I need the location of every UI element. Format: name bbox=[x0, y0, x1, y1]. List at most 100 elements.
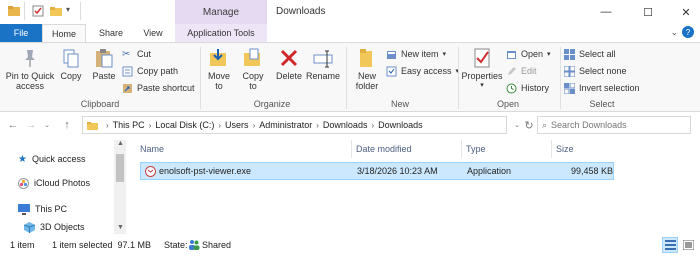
copy-icon bbox=[63, 49, 79, 68]
star-icon: ★ bbox=[18, 153, 27, 165]
new-item-button[interactable]: New item ▾ bbox=[386, 47, 446, 61]
edit-label: Edit bbox=[521, 66, 537, 76]
group-divider bbox=[458, 47, 459, 109]
breadcrumb-separator-icon: › bbox=[148, 120, 152, 130]
tab-application-tools[interactable]: Application Tools bbox=[175, 24, 267, 42]
breadcrumb-downloads[interactable]: Downloads bbox=[323, 120, 368, 130]
breadcrumb-local-disk[interactable]: Local Disk (C:) bbox=[155, 120, 214, 130]
paste-shortcut-button[interactable]: Paste shortcut bbox=[122, 81, 195, 95]
paste-icon bbox=[96, 49, 113, 68]
window-title: Downloads bbox=[276, 6, 326, 17]
column-header-type[interactable]: Type bbox=[462, 140, 552, 158]
move-to-label: Move to bbox=[207, 71, 230, 91]
chevron-down-icon: ▾ bbox=[442, 51, 447, 58]
breadcrumb-administrator[interactable]: Administrator bbox=[259, 120, 312, 130]
scroll-down-icon[interactable]: ▼ bbox=[117, 224, 124, 231]
up-button[interactable]: ↑ bbox=[60, 118, 74, 132]
scroll-thumb[interactable] bbox=[116, 154, 124, 182]
copy-path-button[interactable]: Copy path bbox=[122, 64, 178, 78]
history-button[interactable]: History bbox=[506, 81, 549, 95]
breadcrumb-separator-icon: › bbox=[316, 120, 319, 130]
title-bar: ▾ Manage Downloads — ☐ ✕ bbox=[0, 0, 700, 24]
edit-button[interactable]: Edit bbox=[506, 64, 537, 78]
breadcrumb-users[interactable]: Users bbox=[225, 120, 249, 130]
cut-button[interactable]: ✂ Cut bbox=[122, 47, 151, 61]
tab-home[interactable]: Home bbox=[42, 24, 86, 42]
pin-to-quick-access-button[interactable]: Pin to Quick access bbox=[4, 47, 56, 91]
open-button[interactable]: Open ▾ bbox=[506, 47, 551, 61]
new-item-label: New item bbox=[401, 49, 439, 59]
minimize-button[interactable]: — bbox=[592, 0, 620, 24]
close-button[interactable]: ✕ bbox=[672, 0, 700, 24]
search-input[interactable]: ⌕ Search Downloads bbox=[537, 116, 691, 134]
recent-locations-button[interactable]: ⌄ bbox=[40, 118, 54, 132]
address-bar: ← → ⌄ ↑ › This PC › Local Disk (C:) › Us… bbox=[0, 114, 700, 136]
paste-button[interactable]: Paste bbox=[90, 47, 118, 81]
properties-quick-icon[interactable] bbox=[32, 5, 44, 17]
breadcrumb-separator-icon: › bbox=[106, 120, 109, 130]
file-name: enolsoft-pst-viewer.exe bbox=[159, 166, 252, 176]
maximize-button[interactable]: ☐ bbox=[634, 0, 662, 24]
group-label-clipboard: Clipboard bbox=[80, 99, 120, 109]
select-none-button[interactable]: Select none bbox=[564, 64, 627, 78]
column-header-size[interactable]: Size bbox=[552, 140, 616, 158]
item-count: 1 item bbox=[10, 240, 35, 250]
group-divider bbox=[200, 47, 201, 109]
easy-access-icon bbox=[386, 66, 397, 76]
copy-to-button[interactable]: Copy to bbox=[238, 47, 268, 91]
forward-button[interactable]: → bbox=[24, 118, 38, 132]
nav-scrollbar[interactable]: ▲ ▼ bbox=[114, 140, 126, 234]
search-icon: ⌕ bbox=[542, 119, 548, 130]
breadcrumb-downloads-current[interactable]: Downloads bbox=[378, 120, 423, 130]
delete-button[interactable]: Delete bbox=[274, 47, 304, 81]
app-icon bbox=[8, 5, 20, 17]
tab-file[interactable]: File bbox=[0, 24, 42, 42]
select-all-button[interactable]: Select all bbox=[564, 47, 616, 61]
rename-button[interactable]: Rename bbox=[306, 47, 340, 81]
properties-button[interactable]: Properties ▾ bbox=[460, 47, 504, 91]
customize-qat-icon[interactable]: ▾ bbox=[66, 5, 70, 14]
icloud-photos-icon bbox=[18, 177, 29, 189]
copy-label: Copy bbox=[60, 71, 82, 81]
help-icon[interactable]: ? bbox=[682, 26, 694, 38]
nav-item-icloud-photos[interactable]: iCloud Photos bbox=[18, 176, 90, 190]
details-view-button[interactable] bbox=[662, 237, 678, 253]
rename-icon bbox=[313, 50, 333, 68]
refresh-button[interactable]: ↻ bbox=[522, 118, 536, 132]
column-header-date-modified[interactable]: Date modified bbox=[352, 140, 462, 158]
chevron-down-icon: ▾ bbox=[480, 82, 484, 89]
back-button[interactable]: ← bbox=[6, 118, 20, 132]
move-to-button[interactable]: Move to bbox=[204, 47, 234, 91]
large-icons-view-button[interactable] bbox=[680, 237, 696, 253]
nav-item-label: This PC bbox=[35, 204, 68, 214]
select-all-label: Select all bbox=[579, 49, 616, 59]
file-date: 3/18/2026 10:23 AM bbox=[357, 166, 438, 176]
breadcrumb-this-pc[interactable]: This PC bbox=[113, 120, 145, 130]
large-icons-view-icon bbox=[682, 240, 694, 250]
copy-button[interactable]: Copy bbox=[58, 47, 84, 81]
table-row[interactable]: enolsoft-pst-viewer.exe 3/18/2026 10:23 … bbox=[140, 162, 614, 180]
tab-share[interactable]: Share bbox=[90, 24, 132, 42]
chevron-down-icon: ▾ bbox=[547, 51, 551, 58]
search-placeholder: Search Downloads bbox=[551, 120, 627, 130]
copy-path-icon bbox=[122, 66, 133, 76]
breadcrumb[interactable]: › This PC › Local Disk (C:) › Users › Ad… bbox=[82, 116, 507, 134]
nav-item-quick-access[interactable]: ★ Quick access bbox=[18, 152, 86, 166]
new-folder-quick-icon[interactable] bbox=[50, 5, 62, 17]
column-header-name[interactable]: Name bbox=[136, 140, 352, 158]
select-none-label: Select none bbox=[579, 66, 627, 76]
invert-selection-button[interactable]: Invert selection bbox=[564, 81, 640, 95]
group-divider bbox=[346, 47, 347, 109]
manage-tab-header: Manage bbox=[175, 0, 267, 24]
collapse-ribbon-icon[interactable]: ⌄ bbox=[670, 27, 678, 38]
breadcrumb-separator-icon: › bbox=[371, 120, 375, 130]
nav-item-this-pc[interactable]: This PC bbox=[18, 202, 67, 216]
tab-view[interactable]: View bbox=[134, 24, 172, 42]
status-bar: 1 item 1 item selected 97.1 MB State: Sh… bbox=[0, 234, 700, 256]
scroll-up-icon[interactable]: ▲ bbox=[117, 140, 124, 147]
new-folder-button[interactable]: New folder bbox=[350, 47, 384, 91]
group-label-open: Open bbox=[496, 99, 520, 109]
open-label: Open bbox=[521, 49, 544, 59]
nav-item-3d-objects[interactable]: 3D Objects bbox=[24, 220, 85, 234]
easy-access-button[interactable]: Easy access ▾ bbox=[386, 64, 459, 78]
